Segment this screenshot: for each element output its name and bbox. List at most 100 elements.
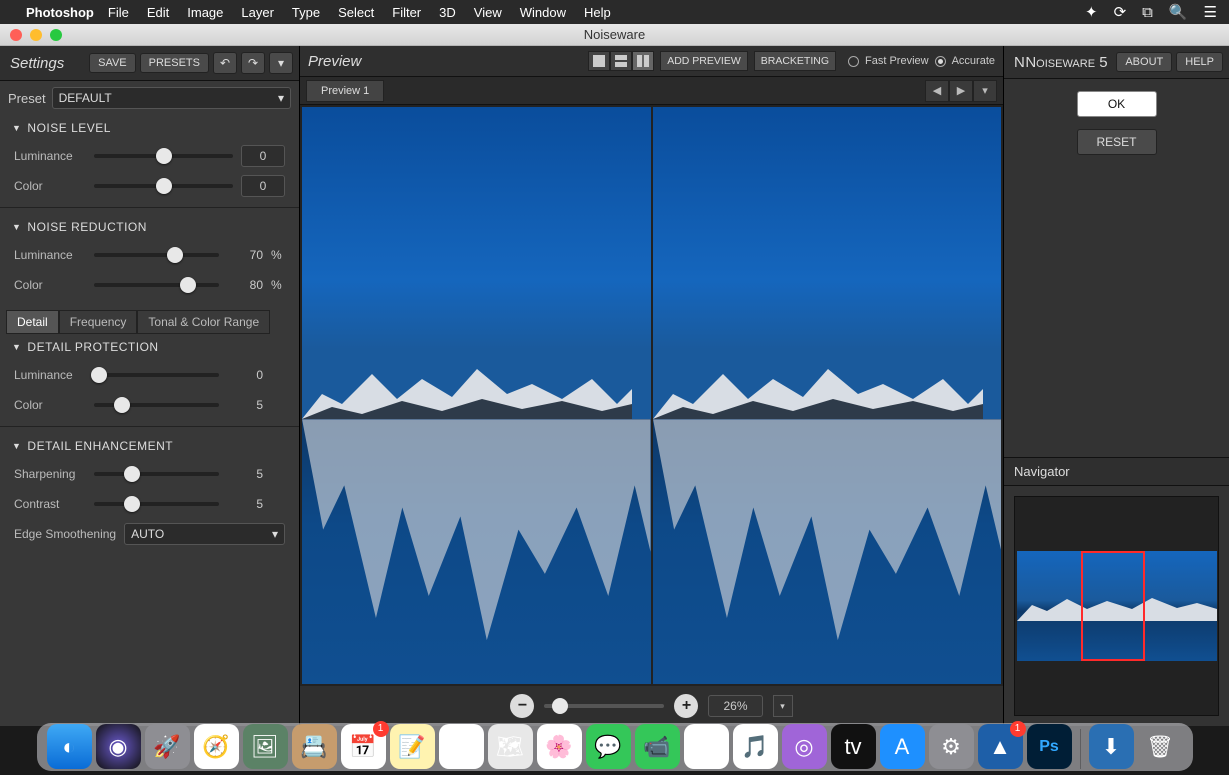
menu-3d[interactable]: 3D [439, 5, 456, 20]
fast-preview-radio[interactable] [848, 56, 859, 67]
dock-app-launchpad[interactable]: 🚀 [145, 724, 190, 769]
dock-app-trash[interactable]: 🗑 [1138, 724, 1183, 769]
slider[interactable] [94, 274, 219, 296]
reset-button[interactable]: RESET [1077, 129, 1157, 155]
section-noise-level[interactable]: ▼NOISE LEVEL [0, 115, 299, 141]
dock-app-maps[interactable]: 🗺 [488, 724, 533, 769]
menu-help[interactable]: Help [584, 5, 611, 20]
menu-select[interactable]: Select [338, 5, 374, 20]
zoom-dropdown[interactable]: ▾ [773, 695, 793, 717]
preview-before[interactable] [302, 107, 651, 684]
dock-app-news[interactable]: N [684, 724, 729, 769]
tab-menu-button[interactable]: ▾ [973, 80, 997, 102]
dock-app-safari[interactable]: 🧭 [194, 724, 239, 769]
navigator-region[interactable] [1081, 551, 1145, 661]
view-mode-horizontal[interactable] [610, 51, 632, 71]
add-preview-button[interactable]: ADD PREVIEW [660, 51, 748, 71]
slider[interactable] [94, 175, 233, 197]
menu-layer[interactable]: Layer [241, 5, 274, 20]
dropdown-icon[interactable]: ▾ [269, 52, 293, 74]
help-button[interactable]: HELP [1176, 52, 1223, 72]
dock-app-downloads[interactable]: ⬇ [1089, 724, 1134, 769]
slider-label: Color [14, 278, 86, 292]
bracketing-button[interactable]: BRACKETING [754, 51, 836, 71]
slider[interactable] [94, 463, 219, 485]
edge-smoothening-select[interactable]: AUTO▾ [124, 523, 285, 545]
zoom-slider[interactable] [544, 704, 664, 708]
tab-detail[interactable]: Detail [6, 310, 59, 334]
preview-after[interactable] [653, 107, 1002, 684]
save-button[interactable]: SAVE [89, 53, 136, 73]
spotlight-icon[interactable]: 🔍 [1169, 3, 1188, 21]
dock-app-messages[interactable]: 💬 [586, 724, 631, 769]
menu-file[interactable]: File [108, 5, 129, 20]
presets-button[interactable]: PRESETS [140, 53, 209, 73]
menubar-icon[interactable]: ✦ [1085, 3, 1098, 21]
dock-app-app1[interactable]: ▲1 [978, 724, 1023, 769]
dock-app-contacts[interactable]: 📇 [292, 724, 337, 769]
dock-app-reminders[interactable]: ☑ [439, 724, 484, 769]
slider-value: 5 [227, 398, 263, 412]
menu-window[interactable]: Window [520, 5, 566, 20]
section-noise-reduction[interactable]: ▼NOISE REDUCTION [0, 214, 299, 240]
dock-app-music[interactable]: 🎵 [733, 724, 778, 769]
slider[interactable] [94, 364, 219, 386]
slider[interactable] [94, 244, 219, 266]
section-detail-protection[interactable]: ▼DETAIL PROTECTION [0, 334, 299, 360]
dock-app-photos[interactable]: 🌸 [537, 724, 582, 769]
accurate-radio[interactable] [935, 56, 946, 67]
slider[interactable] [94, 493, 219, 515]
dock-app-notes[interactable]: 📝 [390, 724, 435, 769]
menu-type[interactable]: Type [292, 5, 320, 20]
dock-app-facetime[interactable]: 📹 [635, 724, 680, 769]
app-menu[interactable]: Photoshop [26, 5, 94, 20]
dock-app-finder[interactable]: ◐ [47, 724, 92, 769]
zoom-in-button[interactable]: + [674, 694, 698, 718]
minimize-window-button[interactable] [30, 29, 42, 41]
undo-icon[interactable]: ↶ [213, 52, 237, 74]
preset-select[interactable]: DEFAULT▾ [52, 87, 291, 109]
about-button[interactable]: ABOUT [1116, 52, 1172, 72]
slider-value[interactable]: 0 [241, 175, 285, 197]
accurate-label: Accurate [952, 55, 995, 67]
menu-image[interactable]: Image [187, 5, 223, 20]
slider-value[interactable]: 0 [241, 145, 285, 167]
dock-app-preview[interactable]: 🖼 [243, 724, 288, 769]
prev-tab-button[interactable]: ◀ [925, 80, 949, 102]
section-detail-enhancement[interactable]: ▼DETAIL ENHANCEMENT [0, 433, 299, 459]
close-window-button[interactable] [10, 29, 22, 41]
navigator-viewport[interactable] [1014, 496, 1219, 716]
tab-tonal-color-range[interactable]: Tonal & Color Range [137, 310, 270, 334]
slider-label: Luminance [14, 248, 86, 262]
dock-app-appstore[interactable]: A [880, 724, 925, 769]
menubar-icon[interactable]: ⟳ [1114, 3, 1127, 21]
slider-row: Color80% [0, 270, 299, 300]
slider[interactable] [94, 145, 233, 167]
next-tab-button[interactable]: ▶ [949, 80, 973, 102]
menu-filter[interactable]: Filter [392, 5, 421, 20]
preset-value: DEFAULT [59, 91, 112, 105]
dock-app-podcasts[interactable]: ◎ [782, 724, 827, 769]
dock-app-settings[interactable]: ⚙ [929, 724, 974, 769]
dock-app-siri[interactable]: ◉ [96, 724, 141, 769]
view-mode-single[interactable] [588, 51, 610, 71]
control-center-icon[interactable]: ☰ [1204, 3, 1217, 21]
window-title: Noiseware [584, 27, 645, 42]
collapse-icon: ▼ [12, 123, 21, 133]
maximize-window-button[interactable] [50, 29, 62, 41]
slider-row: Sharpening5 [0, 459, 299, 489]
menu-edit[interactable]: Edit [147, 5, 169, 20]
preview-image-area[interactable] [300, 105, 1003, 686]
ok-button[interactable]: OK [1077, 91, 1157, 117]
menu-view[interactable]: View [474, 5, 502, 20]
view-mode-vertical[interactable] [632, 51, 654, 71]
zoom-out-button[interactable]: − [510, 694, 534, 718]
dock-app-calendar[interactable]: 📅1 [341, 724, 386, 769]
dock-app-photoshop[interactable]: Ps [1027, 724, 1072, 769]
dock-app-tv[interactable]: tv [831, 724, 876, 769]
tab-frequency[interactable]: Frequency [59, 310, 138, 334]
screen-mirroring-icon[interactable]: ⧉ [1142, 4, 1153, 21]
redo-icon[interactable]: ↷ [241, 52, 265, 74]
slider[interactable] [94, 394, 219, 416]
preview-tab[interactable]: Preview 1 [306, 80, 384, 102]
